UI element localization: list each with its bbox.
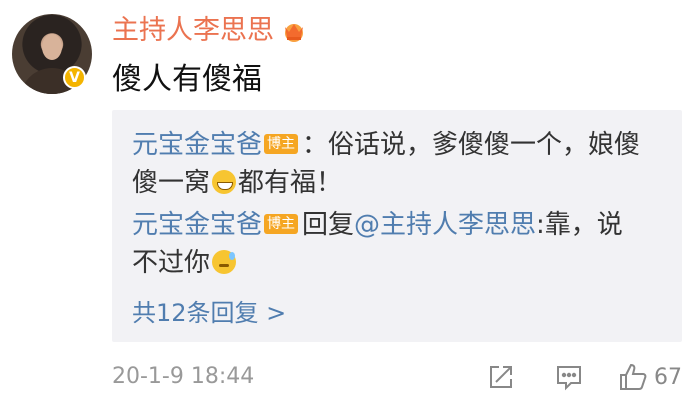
reply-text: ：俗话说，爹傻傻一个，娘傻 <box>302 130 641 160</box>
post-timestamp: 20-1-9 18:44 <box>112 364 255 389</box>
mention-link[interactable]: @主持人李思思 <box>354 210 536 240</box>
comment-button[interactable] <box>554 362 584 392</box>
author-name[interactable]: 主持人李思思 <box>112 14 274 48</box>
share-icon <box>490 366 512 388</box>
thumbs-up-icon <box>620 363 647 390</box>
post-content: 傻人有傻福 <box>112 62 262 97</box>
verified-icon: V <box>63 66 86 89</box>
like-button[interactable]: 67 <box>618 362 682 392</box>
sweat-emoji-icon <box>212 250 237 274</box>
grin-emoji-icon <box>212 170 237 194</box>
more-replies-link[interactable]: 共12条回复 > <box>132 296 286 330</box>
reply-item: 元宝金宝爸 博主 回复@主持人李思思:靠，说 不过你 <box>132 206 672 282</box>
reply-author[interactable]: 元宝金宝爸 <box>132 130 262 160</box>
avatar-face <box>42 34 62 60</box>
crown-icon <box>285 24 303 42</box>
reply-text-cont: 傻一窝 <box>132 168 211 198</box>
reply-author[interactable]: 元宝金宝爸 <box>132 210 262 240</box>
reply-text: :靠，说 <box>536 210 623 240</box>
blogger-badge: 博主 <box>264 214 299 234</box>
post-author[interactable]: 主持人李思思 <box>112 14 308 48</box>
like-count: 67 <box>654 364 682 390</box>
reply-box: 元宝金宝爸 博主 ：俗话说，爹傻傻一个，娘傻 傻一窝 都有福！ 元宝金宝爸 博主 回复@主… <box>112 110 682 342</box>
reply-text-end: 都有福！ <box>238 168 343 198</box>
blogger-badge: 博主 <box>264 134 299 154</box>
reply-word: 回复 <box>302 210 355 240</box>
share-button[interactable] <box>486 362 516 392</box>
reply-text-cont: 不过你 <box>132 248 211 278</box>
action-bar: 67 <box>486 360 682 394</box>
reply-item: 元宝金宝爸 博主 ：俗话说，爹傻傻一个，娘傻 傻一窝 都有福！ <box>132 126 672 202</box>
comment-icon <box>557 366 581 391</box>
